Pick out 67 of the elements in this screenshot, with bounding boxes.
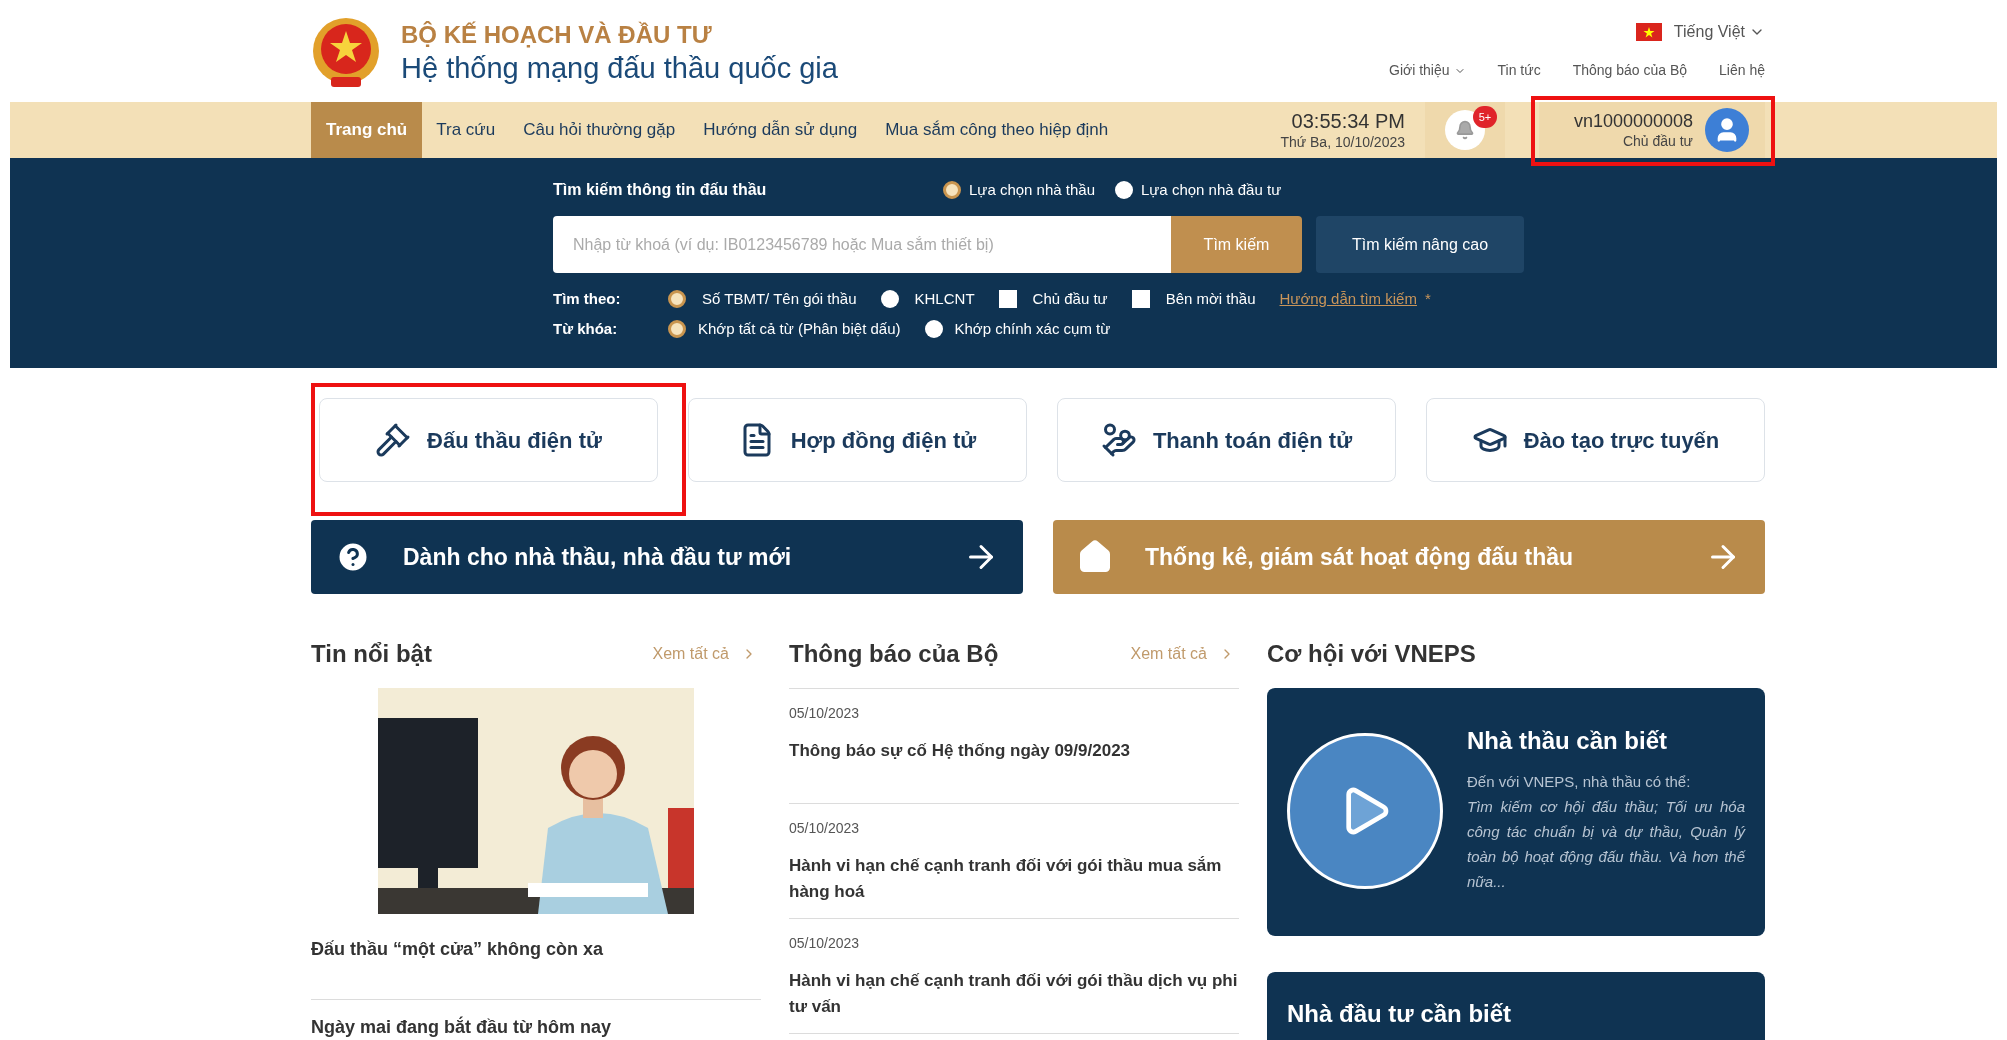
news-headline: Đấu thầu “một cửa” không còn xa xyxy=(311,939,604,959)
keyword-option-label: Khớp chính xác cụm từ xyxy=(954,318,1111,339)
nav-tab[interactable]: Hướng dẫn sử dụng xyxy=(689,102,872,158)
radio-button[interactable] xyxy=(924,320,943,338)
flag-icon xyxy=(1635,23,1662,41)
info-card[interactable]: Nhà thầu cần biết Đến với VNEPS, nhà thầu có thể: Tìm kiếm cơ hội đấu thầu; Tối ưu hóa công tác chuẩn bị và dự thầu, Quản lý toàn bộ hoạt động đấu thầu. Và hơn thế nữa... xyxy=(1267,688,1765,936)
radio-button[interactable] xyxy=(880,290,899,308)
top-link[interactable]: Giới thiệu xyxy=(1389,60,1466,81)
gavel-icon xyxy=(375,422,412,458)
notification-badge: 5+ xyxy=(1473,106,1497,128)
info-card[interactable]: Nhà đầu tư cần biết xyxy=(1267,972,1765,1040)
radio-button[interactable] xyxy=(668,290,686,308)
radio-button[interactable] xyxy=(1115,181,1133,199)
keyword-option-label: Khớp tất cả từ (Phân biệt dấu) xyxy=(698,318,901,339)
radio-button[interactable] xyxy=(668,320,686,338)
service-card[interactable]: Đào tạo trực tuyến xyxy=(1426,398,1765,482)
advanced-search-button[interactable]: Tìm kiếm nâng cao xyxy=(1316,216,1524,273)
checkbox[interactable] xyxy=(998,290,1017,308)
search-title: Tìm kiếm thông tin đấu thầu xyxy=(553,180,768,200)
keyword-label: Từ khóa: xyxy=(553,318,619,339)
radio-label: Lựa chọn nhà thầu xyxy=(969,179,1095,200)
card-title: Nhà đầu tư cần biết xyxy=(1287,999,1513,1029)
filter-label: Tìm theo: xyxy=(553,288,622,309)
service-card[interactable]: Hợp đồng điện tử xyxy=(688,398,1027,482)
service-card[interactable]: Thanh toán điện tử xyxy=(1057,398,1396,482)
ministry-name: BỘ KẾ HOẠCH VÀ ĐẦU TƯ xyxy=(401,19,713,50)
nav-tab[interactable]: Câu hỏi thường gặp xyxy=(509,102,690,158)
filter-option-label: Bên mời thầu xyxy=(1165,288,1256,309)
notice-title[interactable]: Hành vi hạn chế cạnh tranh đối với gói thầu dịch vụ phi tư vấn xyxy=(789,968,1239,1020)
clock-date: Thứ Ba, 10/10/2023 xyxy=(1280,133,1405,152)
card-title: Nhà thầu cần biết xyxy=(1467,726,1669,756)
card-intro: Đến với VNEPS, nhà thầu có thể: xyxy=(1467,772,1692,792)
avatar-icon[interactable] xyxy=(1705,108,1749,152)
system-title: Hệ thống mạng đấu thầu quốc gia xyxy=(401,50,838,86)
home-icon xyxy=(1077,539,1113,575)
filter-option-label: Số TBMT/ Tên gói thầu xyxy=(702,288,857,309)
search-field[interactable]: Nhập từ khoá (ví dụ: IB0123456789 hoặc Mua sắm thiết bị) xyxy=(553,216,1171,273)
user-role: Chủ đầu tư xyxy=(1622,132,1693,150)
language-selector[interactable]: Tiếng Việt xyxy=(1673,20,1765,44)
nav-tab[interactable]: Tra cứu xyxy=(422,102,510,158)
filter-option-label: Chủ đầu tư xyxy=(1032,288,1108,309)
user-id: vn1000000008 xyxy=(1573,110,1693,133)
bell-icon xyxy=(1455,120,1475,140)
top-link[interactable]: Thông báo của Bộ xyxy=(1572,60,1688,81)
notice-title[interactable]: Thông báo sự cố Hệ thống ngày 09/9/2023 xyxy=(789,738,1239,764)
news-headline: Ngày mai đang bắt đầu từ hôm nay xyxy=(311,1017,612,1037)
required-mark: * xyxy=(1424,288,1431,309)
filter-option-label: KHLCNT xyxy=(914,288,975,309)
hand-coins-icon xyxy=(1100,422,1137,458)
section-title: Tin nổi bật xyxy=(311,639,432,669)
checkbox[interactable] xyxy=(1131,290,1150,308)
service-card[interactable]: Đấu thầu điện tử xyxy=(319,398,658,482)
top-link[interactable]: Liên hệ xyxy=(1719,60,1765,81)
section-title: Thông báo của Bộ xyxy=(789,639,999,669)
card-description: Tìm kiếm cơ hội đấu thầu; Tối ưu hóa công tác chuẩn bị và dự thầu, Quản lý toàn bộ hoạt động đấu thầu. Và hơn thế nữa... xyxy=(1467,796,1745,892)
radio-label: Lựa chọn nhà đầu tư xyxy=(1141,179,1282,200)
notice-date: 05/10/2023 xyxy=(789,934,861,953)
notice-date: 05/10/2023 xyxy=(789,704,861,723)
banner-button[interactable]: Dành cho nhà thầu, nhà đầu tư mới xyxy=(311,520,1023,594)
search-help-link[interactable]: Hướng dẫn tìm kiếm xyxy=(1279,287,1417,311)
clock-time: 03:55:34 PM xyxy=(1291,108,1405,134)
top-link[interactable]: Tin tức xyxy=(1497,60,1541,81)
notice-title[interactable]: Hành vi hạn chế cạnh tranh đối với gói thầu mua sắm hàng hoá xyxy=(789,853,1239,905)
radio-button[interactable] xyxy=(943,181,961,199)
nav-tab[interactable]: Mua sắm công theo hiệp định xyxy=(871,102,1123,158)
section-title: Cơ hội với VNEPS xyxy=(1267,639,1476,669)
notice-date: 05/10/2023 xyxy=(789,819,861,838)
